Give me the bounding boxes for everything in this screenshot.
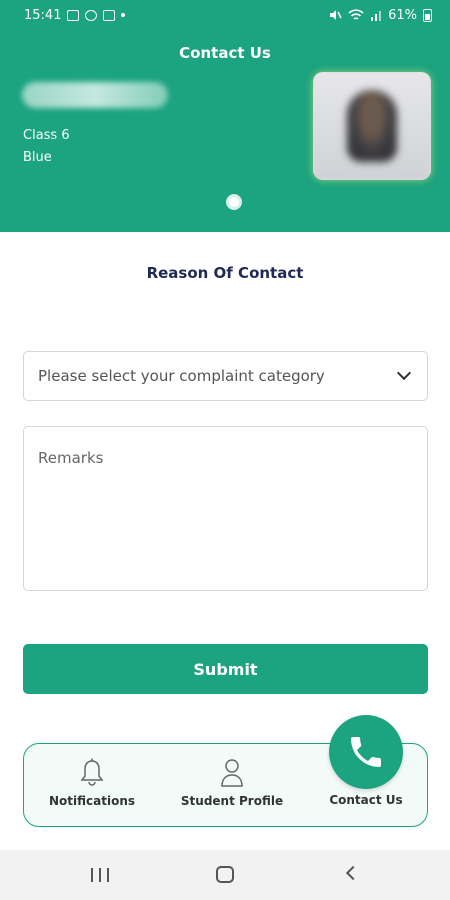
back-icon[interactable] [345, 865, 361, 881]
signal-icon [371, 11, 382, 21]
nav-item-notifications[interactable]: Notifications [42, 744, 142, 828]
phone-icon [351, 737, 381, 767]
complaint-category-select[interactable]: Please select your complaint category [23, 351, 428, 401]
remarks-field[interactable] [23, 426, 428, 591]
profile-header: Contact Us Class 6 Blue [0, 30, 450, 232]
pager-indicator[interactable] [226, 194, 242, 210]
recents-icon[interactable] [91, 868, 109, 882]
student-name-redacted [22, 82, 168, 108]
status-time: 15:41 [24, 7, 62, 23]
student-class: Class 6 [23, 128, 70, 143]
more-notifications-icon [121, 13, 126, 17]
nav-item-student-profile[interactable]: Student Profile [174, 744, 290, 828]
mute-icon [330, 10, 342, 20]
nav-label-notifications: Notifications [48, 794, 136, 808]
bell-icon [80, 758, 104, 786]
battery-percent: 61% [388, 7, 417, 23]
wifi-icon [348, 8, 364, 20]
person-icon [221, 759, 243, 787]
system-nav-bar [0, 850, 450, 900]
nav-label-contact-us: Contact Us [329, 793, 403, 807]
chevron-down-icon [396, 365, 412, 381]
student-house: Blue [23, 150, 52, 165]
battery-icon [423, 8, 432, 22]
contact-us-fab[interactable] [329, 715, 403, 789]
gallery-notification-icon [67, 9, 80, 21]
page-title: Contact Us [179, 44, 271, 62]
mail-notification-icon [103, 9, 116, 21]
status-bar: 15:41 61% [0, 0, 450, 30]
submit-button[interactable]: Submit [23, 644, 428, 694]
sync-notification-icon [85, 9, 98, 21]
home-icon[interactable] [216, 866, 234, 883]
section-title: Reason Of Contact [146, 264, 304, 282]
nav-label-student-profile: Student Profile [180, 794, 284, 808]
student-photo [313, 72, 431, 180]
complaint-category-placeholder: Please select your complaint category [38, 367, 325, 385]
